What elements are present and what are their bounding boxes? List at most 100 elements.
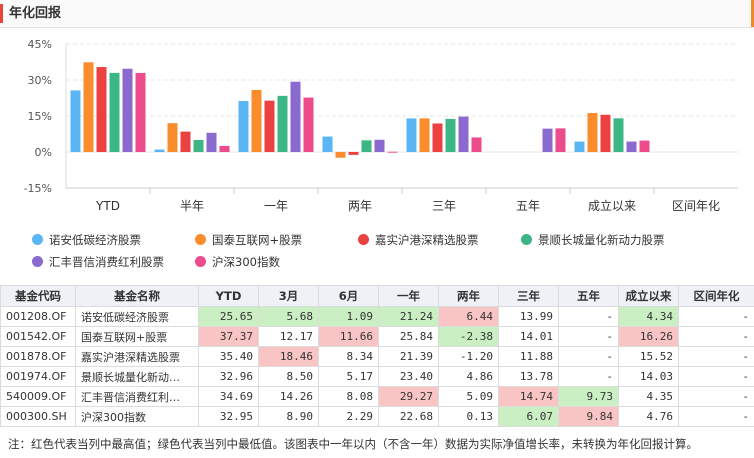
legend-color-dot: [195, 234, 206, 245]
legend-label: 景顺长城量化新动力股票: [538, 233, 665, 247]
bar: [406, 118, 417, 152]
bar: [587, 112, 598, 152]
bar: [219, 146, 230, 152]
legend-label: 国泰互联网+股票: [212, 233, 303, 247]
bar: [445, 118, 456, 152]
fund-name-cell[interactable]: 诺安低碳经济股票: [75, 306, 199, 327]
bar: [251, 89, 262, 152]
return-cell: 14.26: [258, 386, 319, 407]
legend-item[interactable]: 国泰互联网+股票: [195, 232, 302, 248]
y-tick-label: 15%: [28, 110, 52, 123]
return-cell: 4.86: [438, 366, 499, 387]
return-cell: 14.01: [498, 326, 559, 347]
bar: [290, 81, 301, 152]
return-cell: 8.08: [318, 386, 379, 407]
legend-color-dot: [358, 234, 369, 245]
y-tick-label: 45%: [28, 38, 52, 51]
column-header[interactable]: 6月: [318, 285, 379, 307]
x-tick-label: 区间年化: [672, 199, 720, 213]
bar: [419, 118, 430, 152]
fund-name-cell[interactable]: 沪深300指数: [75, 406, 199, 427]
return-cell: 22.68: [378, 406, 439, 427]
return-cell: 8.34: [318, 346, 379, 367]
bar: [348, 152, 359, 155]
return-cell: -2.38: [438, 326, 499, 347]
fund-name-cell[interactable]: 国泰互联网+股票: [75, 326, 199, 347]
bar: [122, 68, 133, 152]
table-row: 001542.OF 国泰互联网+股票 37.37 12.17 11.66 25.84 -2.…: [0, 326, 754, 347]
return-cell: 4.35: [618, 386, 679, 407]
column-header[interactable]: 3月: [258, 285, 319, 307]
legend-label: 诺安低碳经济股票: [49, 233, 141, 247]
return-cell: 0.13: [438, 406, 499, 427]
chart-legend: 诺安低碳经济股票 国泰互联网+股票 嘉实沪港深精选股票 景顺长城量化新动力股票汇丰晋信…: [0, 232, 754, 280]
column-header[interactable]: 区间年化: [678, 285, 754, 307]
return-cell: -1.20: [438, 346, 499, 367]
fund-name-cell[interactable]: 汇丰晋信消费红利…: [75, 386, 199, 407]
x-tick-label: 成立以来: [588, 198, 636, 213]
table-body: 001208.OF 诺安低碳经济股票 25.65 5.68 1.09 21.24 6.44 1…: [0, 306, 754, 427]
return-cell: 32.96: [198, 366, 259, 387]
legend-color-dot: [32, 256, 43, 267]
return-cell: 21.39: [378, 346, 439, 367]
bar: [206, 132, 217, 152]
fund-code-cell[interactable]: 001974.OF: [0, 366, 76, 387]
return-cell: 34.69: [198, 386, 259, 407]
table-row: 000300.SH 沪深300指数 32.95 8.90 2.29 22.68 0.13 6.…: [0, 406, 754, 427]
fund-code-cell[interactable]: 001542.OF: [0, 326, 76, 347]
y-tick-label: -15%: [24, 182, 52, 195]
legend-label: 汇丰晋信消费红利股票: [49, 255, 164, 269]
fund-code-cell[interactable]: 001208.OF: [0, 306, 76, 327]
fund-returns-table: 基金代码 基金名称 YTD 3月 6月 一年 两年 三年 五年 成立以来 区间年化 001208.O…: [0, 285, 754, 427]
y-tick-label: 0%: [35, 146, 52, 159]
bar: [109, 72, 120, 152]
return-cell: 32.95: [198, 406, 259, 427]
legend-item[interactable]: 沪深300指数: [195, 254, 280, 270]
fund-name-cell[interactable]: 嘉实沪港深精选股票: [75, 346, 199, 367]
bar: [361, 140, 372, 152]
return-cell: 5.09: [438, 386, 499, 407]
legend-item[interactable]: 诺安低碳经济股票: [32, 232, 141, 248]
bar: [613, 118, 624, 152]
return-cell: 9.84: [558, 406, 619, 427]
return-cell: 18.46: [258, 346, 319, 367]
column-header[interactable]: 三年: [498, 285, 559, 307]
legend-color-dot: [32, 234, 43, 245]
return-cell: 1.09: [318, 306, 379, 327]
bar: [303, 97, 314, 152]
table-row: 540009.OF 汇丰晋信消费红利… 34.69 14.26 8.08 29.27 5.0…: [0, 386, 754, 407]
legend-item[interactable]: 汇丰晋信消费红利股票: [32, 254, 164, 270]
return-cell: 23.40: [378, 366, 439, 387]
return-cell: 5.68: [258, 306, 319, 327]
return-cell: -: [678, 306, 754, 327]
legend-item[interactable]: 嘉实沪港深精选股票: [358, 232, 479, 248]
return-cell: 6.44: [438, 306, 499, 327]
return-cell: -: [678, 406, 754, 427]
fund-code-cell[interactable]: 000300.SH: [0, 406, 76, 427]
return-cell: 37.37: [198, 326, 259, 347]
fund-code-cell[interactable]: 001878.OF: [0, 346, 76, 367]
x-tick-label: 五年: [516, 199, 540, 213]
table-row: 001974.OF 景顺长城量化新动… 32.96 8.50 5.17 23.40 4.86…: [0, 366, 754, 387]
fund-code-cell[interactable]: 540009.OF: [0, 386, 76, 407]
column-header[interactable]: 一年: [378, 285, 439, 307]
legend-item[interactable]: 景顺长城量化新动力股票: [521, 232, 665, 248]
y-tick-label: 30%: [28, 74, 52, 87]
column-header[interactable]: 两年: [438, 285, 499, 307]
column-header[interactable]: 成立以来: [618, 285, 679, 307]
return-cell: -: [558, 346, 619, 367]
return-cell: 29.27: [378, 386, 439, 407]
bar: [555, 128, 566, 152]
column-header[interactable]: 基金名称: [75, 285, 199, 307]
column-header[interactable]: 基金代码: [0, 285, 76, 307]
return-cell: 16.26: [618, 326, 679, 347]
column-header[interactable]: YTD: [198, 285, 259, 307]
return-cell: 12.17: [258, 326, 319, 347]
header-accent-bar: [0, 4, 3, 23]
bar: [154, 149, 165, 152]
fund-name-cell[interactable]: 景顺长城量化新动…: [75, 366, 199, 387]
x-tick-label: YTD: [95, 199, 120, 213]
bar: [600, 114, 611, 152]
return-cell: 4.34: [618, 306, 679, 327]
column-header[interactable]: 五年: [558, 285, 619, 307]
